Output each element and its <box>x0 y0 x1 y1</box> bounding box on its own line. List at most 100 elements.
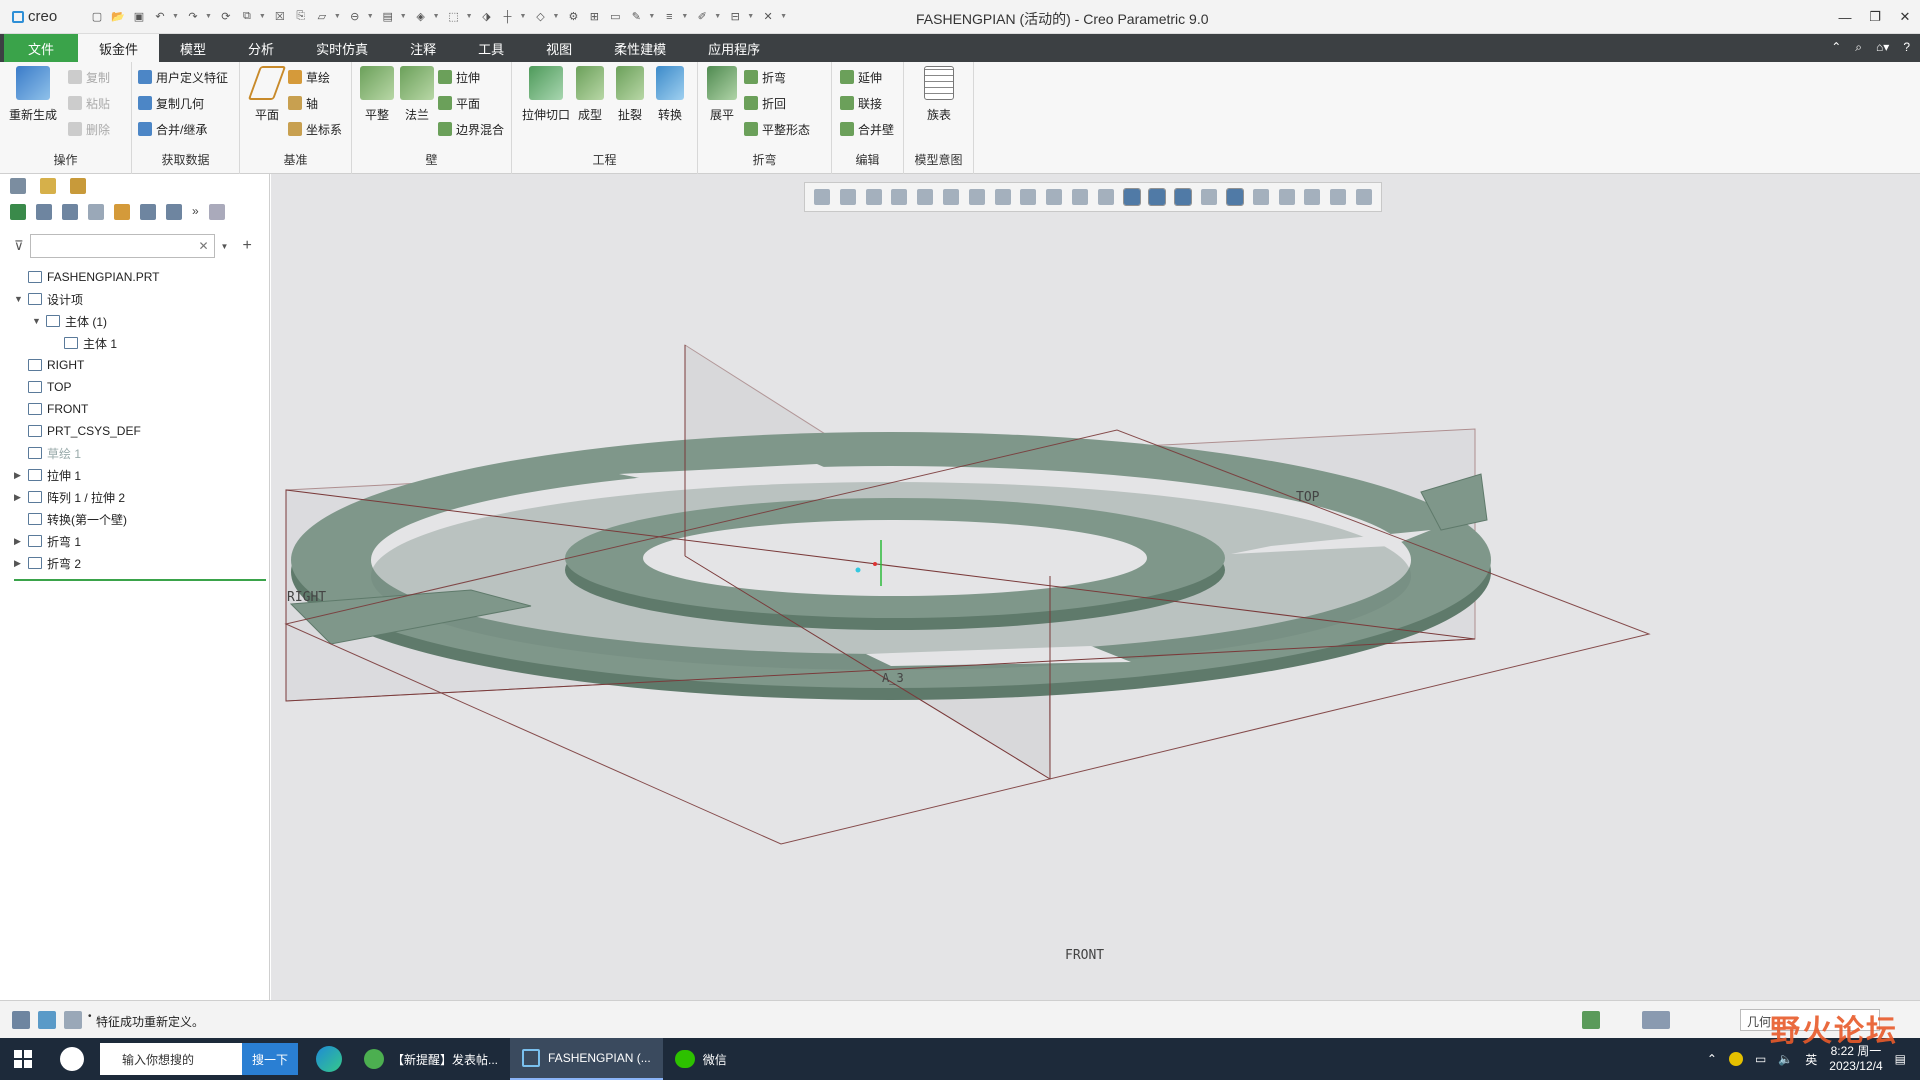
add-column-icon[interactable]: + <box>242 237 251 255</box>
group-label-datum[interactable]: 基准 <box>240 151 351 168</box>
tab-view[interactable]: 视图 <box>525 34 593 62</box>
more-icon[interactable]: » <box>192 204 199 220</box>
csys-button[interactable]: 坐标系 <box>288 118 342 140</box>
copy-geometry-button[interactable]: 复制几何 <box>138 92 204 114</box>
grid-dropdown-icon[interactable]: ▼ <box>747 13 754 20</box>
tree-node[interactable]: ▶ 折弯 1 <box>14 530 264 552</box>
tree-node[interactable]: ▶ 折弯 2 <box>14 552 264 574</box>
tools-icon[interactable]: ⚙ <box>564 8 582 26</box>
browser-toggle-icon[interactable] <box>38 1011 56 1029</box>
minimize-icon[interactable]: — <box>1830 0 1860 34</box>
udf-button[interactable]: 用户定义特征 <box>138 66 228 88</box>
tab-live-simulation[interactable]: 实时仿真 <box>295 34 389 62</box>
align-icon[interactable]: ≡ <box>660 8 678 26</box>
tab-sheetmetal[interactable]: 钣金件 <box>78 34 160 62</box>
taskbar-search-input[interactable]: 输入你想搜的 <box>100 1043 242 1075</box>
navigator-toggle-icon[interactable] <box>12 1011 30 1029</box>
tree-node[interactable]: PRT_CSYS_DEF <box>14 420 264 442</box>
undo-dropdown-icon[interactable]: ▼ <box>172 13 179 20</box>
rip-button[interactable]: 扯裂 <box>608 66 652 123</box>
customize-dropdown-icon[interactable]: ▼ <box>780 13 787 20</box>
clear-icon[interactable]: ✕ <box>198 239 208 253</box>
tab-annotate[interactable]: 注释 <box>389 34 457 62</box>
windows-icon[interactable]: ⧉ <box>238 8 256 26</box>
insert-here-marker[interactable] <box>14 579 266 581</box>
model-viewport[interactable]: TOP RIGHT FRONT A_3 <box>271 174 1920 1000</box>
sketch-icon[interactable]: ✎ <box>627 8 645 26</box>
tree-node[interactable]: 草绘 1 <box>14 442 264 464</box>
find-icon[interactable] <box>1642 1011 1670 1029</box>
axis-button[interactable]: 轴 <box>288 92 318 114</box>
collapse-ribbon-icon[interactable]: ⌃ <box>1831 40 1841 55</box>
tree-node[interactable]: FASHENGPIAN.PRT <box>14 266 264 288</box>
tree-node[interactable]: ▶ 拉伸 1 <box>14 464 264 486</box>
close-x-icon[interactable]: ✕ <box>759 8 777 26</box>
axis-display-icon[interactable]: ┼ <box>499 8 517 26</box>
fullscreen-toggle-icon[interactable] <box>64 1011 82 1029</box>
search-app-icon[interactable] <box>60 1047 84 1071</box>
copy-button[interactable]: 复制 <box>68 66 110 88</box>
group-label-get-data[interactable]: 获取数据 <box>132 151 239 168</box>
csys-origin[interactable] <box>873 562 877 566</box>
regenerate-icon[interactable]: ⟳ <box>217 8 235 26</box>
redo-icon[interactable]: ↷ <box>184 8 202 26</box>
plane-dropdown-icon[interactable]: ▼ <box>334 13 341 20</box>
join-button[interactable]: 联接 <box>840 92 882 114</box>
layer-icon[interactable]: ◈ <box>412 8 430 26</box>
close-icon[interactable]: ✕ <box>1890 0 1920 34</box>
show-icon[interactable] <box>10 204 26 220</box>
learning-icon[interactable]: ⌂▾ <box>1876 40 1889 55</box>
select-icon[interactable]: ⬚ <box>445 8 463 26</box>
link-icon[interactable]: ⊖ <box>346 8 364 26</box>
layer-dropdown-icon[interactable]: ▼ <box>433 13 440 20</box>
expand-toggle-icon[interactable]: ▼ <box>14 294 28 304</box>
taskbar-app-forum[interactable]: 【新提醒】发表帖... <box>352 1038 510 1080</box>
tree-filter-settings-icon[interactable] <box>88 204 104 220</box>
point-dropdown-icon[interactable]: ▼ <box>552 13 559 20</box>
help-icon[interactable]: ? <box>1903 40 1910 55</box>
regen-status-icon[interactable] <box>1582 1011 1600 1029</box>
tree-node[interactable]: RIGHT <box>14 354 264 376</box>
redo-dropdown-icon[interactable]: ▼ <box>205 13 212 20</box>
flatten-form-button[interactable]: 平整形态 <box>744 118 810 140</box>
extrude-wall-button[interactable]: 拉伸 <box>438 66 480 88</box>
sketch-button[interactable]: 草绘 <box>288 66 330 88</box>
expand-toggle-icon[interactable]: ▶ <box>14 536 28 547</box>
tree-node[interactable]: ▶ 阵列 1 / 拉伸 2 <box>14 486 264 508</box>
link-dropdown-icon[interactable]: ▼ <box>367 13 374 20</box>
pen-icon[interactable]: ✐ <box>693 8 711 26</box>
tree-settings-icon[interactable] <box>140 204 156 220</box>
tree-list-icon[interactable] <box>36 204 52 220</box>
plane-icon[interactable]: ▱ <box>313 8 331 26</box>
save-icon[interactable]: ▣ <box>130 8 148 26</box>
display-icon[interactable]: ▤ <box>379 8 397 26</box>
extend-button[interactable]: 延伸 <box>840 66 882 88</box>
start-button[interactable] <box>0 1038 46 1080</box>
select-dropdown-icon[interactable]: ▼ <box>466 13 473 20</box>
maximize-icon[interactable]: ❐ <box>1860 0 1890 34</box>
ime-indicator[interactable]: 英 <box>1805 1051 1817 1068</box>
tab-applications[interactable]: 应用程序 <box>687 34 781 62</box>
group-label-bend[interactable]: 折弯 <box>698 151 831 168</box>
measure-icon[interactable]: ⊞ <box>585 8 603 26</box>
tree-node[interactable]: 主体 1 <box>14 332 264 354</box>
filter-dropdown-icon[interactable]: ▼ <box>221 242 229 251</box>
tree-node[interactable]: TOP <box>14 376 264 398</box>
notification-icon[interactable]: ▤ <box>1895 1052 1906 1066</box>
taskbar-app-wechat[interactable]: 微信 <box>663 1038 739 1080</box>
tree-node[interactable]: 转换(第一个壁) <box>14 508 264 530</box>
taskbar-search-button[interactable]: 搜一下 <box>242 1043 298 1075</box>
unbend-button[interactable]: 展平 <box>700 66 744 123</box>
grid-icon[interactable]: ⊟ <box>726 8 744 26</box>
form-button[interactable]: 成型 <box>568 66 612 123</box>
extrude-cut-button[interactable]: 拉伸切口 <box>518 66 574 123</box>
group-label-wall[interactable]: 壁 <box>352 151 511 168</box>
datum-plane-button[interactable]: 平面 <box>242 66 292 123</box>
tree-columns-icon[interactable] <box>62 204 78 220</box>
expand-toggle-icon[interactable]: ▶ <box>14 492 28 503</box>
regenerate-button[interactable]: 重新生成 <box>8 66 58 123</box>
point-display-icon[interactable]: ◇ <box>531 8 549 26</box>
volume-icon[interactable]: 🔈 <box>1778 1052 1793 1066</box>
collapse-panel-icon[interactable] <box>208 204 225 220</box>
tree-search-input[interactable]: ✕ <box>29 234 215 258</box>
